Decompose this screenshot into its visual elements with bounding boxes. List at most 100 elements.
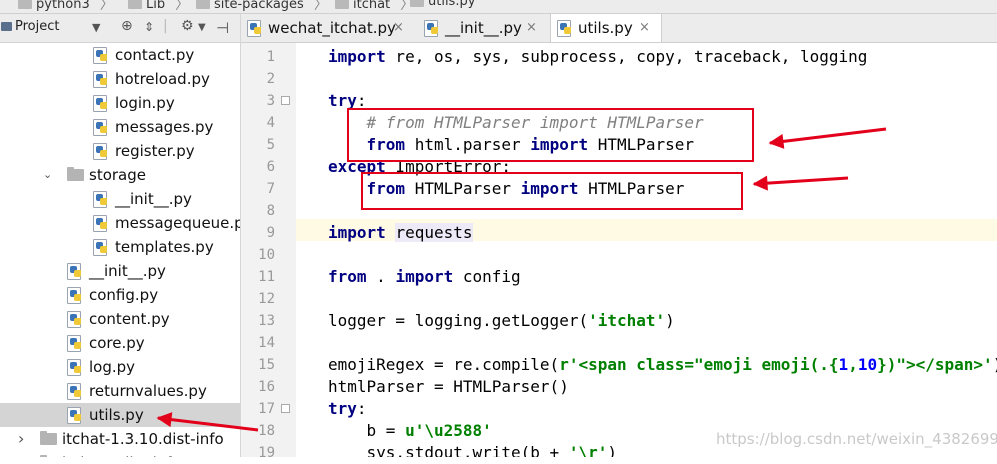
breadcrumb-item[interactable]: itchat 〉 bbox=[335, 0, 414, 13]
tree-item-label: templates.py bbox=[115, 238, 214, 256]
tree-folder[interactable]: › itchat-..dist-info bbox=[0, 451, 240, 457]
tree-folder[interactable]: ⌄ storage bbox=[0, 163, 240, 187]
tree-file[interactable]: __init__.py bbox=[0, 187, 240, 211]
chevron-down-icon[interactable]: ⌄ bbox=[43, 163, 52, 187]
tree-item-label: hotreload.py bbox=[115, 70, 210, 88]
python-file-icon bbox=[93, 143, 109, 160]
line-number: 5 bbox=[266, 137, 275, 153]
python-file-icon bbox=[67, 383, 83, 400]
code-line[interactable]: import re, os, sys, subprocess, copy, tr… bbox=[328, 46, 867, 68]
line-number: 8 bbox=[266, 203, 275, 219]
tree-file[interactable]: utils.py bbox=[0, 403, 240, 427]
tree-file[interactable]: __init__.py bbox=[0, 259, 240, 283]
python-file-icon bbox=[93, 119, 109, 136]
python-file-icon bbox=[67, 335, 83, 352]
tree-item-label: itchat-1.3.10.dist-info bbox=[62, 430, 224, 448]
code-line[interactable]: try: bbox=[328, 398, 367, 420]
editor-tab[interactable]: utils.py × bbox=[550, 14, 662, 42]
editor-tab-label: wechat_itchat.py bbox=[268, 19, 396, 37]
python-file-icon bbox=[93, 191, 109, 208]
folder-icon bbox=[196, 0, 210, 9]
tree-file[interactable]: login.py bbox=[0, 91, 240, 115]
line-number-gutter: 1 2 3 4 5 6 7 8 9 10 11 12 13 14 15 16 17 18 19 bbox=[241, 43, 296, 461]
python-file-icon bbox=[67, 311, 83, 328]
python-file-icon bbox=[67, 263, 83, 280]
line-number: 11 bbox=[258, 269, 275, 285]
tree-file[interactable]: core.py bbox=[0, 331, 240, 355]
code-line[interactable]: htmlParser = HTMLParser() bbox=[328, 376, 569, 398]
close-icon[interactable]: × bbox=[393, 14, 404, 42]
breadcrumb-item[interactable]: python3 〉 bbox=[18, 0, 114, 13]
breadcrumb: python3 〉 Lib 〉 site-packages 〉 itchat 〉 uti… bbox=[0, 0, 997, 14]
fold-marker-icon[interactable] bbox=[281, 404, 290, 413]
tree-file[interactable]: templates.py bbox=[0, 235, 240, 259]
tree-folder[interactable]: › itchat-1.3.10.dist-info bbox=[0, 427, 240, 451]
python-file-icon bbox=[93, 215, 109, 232]
project-icon bbox=[1, 22, 12, 31]
code-line[interactable]: from . import config bbox=[328, 266, 521, 288]
python-file-icon bbox=[410, 0, 424, 7]
collapse-icon[interactable]: ⇕ bbox=[144, 20, 154, 34]
python-file-icon bbox=[67, 407, 83, 424]
python-file-icon bbox=[67, 287, 83, 304]
tree-file[interactable]: returnvalues.py bbox=[0, 379, 240, 403]
editor-tab[interactable]: wechat_itchat.py × bbox=[241, 14, 417, 42]
tree-file[interactable]: content.py bbox=[0, 307, 240, 331]
tree-item-label: utils.py bbox=[89, 406, 144, 424]
editor-tab-label: __init__.py bbox=[445, 19, 522, 37]
chevron-down-icon[interactable]: ▼ bbox=[198, 22, 206, 33]
project-panel-header: Project ▼ ⊕ ⇕ | ⚙ ▼ ⊣ bbox=[0, 14, 240, 43]
code-editor[interactable]: import re, os, sys, subprocess, copy, tr… bbox=[296, 43, 997, 457]
tree-file[interactable]: messages.py bbox=[0, 115, 240, 139]
gear-icon[interactable]: ⚙ bbox=[181, 18, 194, 34]
tree-file[interactable]: hotreload.py bbox=[0, 67, 240, 91]
line-number: 10 bbox=[258, 247, 275, 263]
line-number: 4 bbox=[266, 115, 275, 131]
line-number: 17 bbox=[258, 401, 275, 417]
line-number: 19 bbox=[258, 445, 275, 461]
chevron-right-icon[interactable]: › bbox=[18, 451, 24, 457]
breadcrumb-item[interactable]: Lib 〉 bbox=[128, 0, 189, 13]
tree-file[interactable]: contact.py bbox=[0, 43, 240, 67]
tree-file[interactable]: config.py bbox=[0, 283, 240, 307]
watermark: https://blog.csdn.net/weixin_43826993 bbox=[716, 430, 997, 448]
code-line[interactable]: logger = logging.getLogger('itchat') bbox=[328, 310, 675, 332]
tree-item-label: content.py bbox=[89, 310, 170, 328]
close-icon[interactable]: × bbox=[526, 14, 537, 42]
project-view-selector[interactable]: Project bbox=[15, 19, 59, 34]
tree-item-label: itchat-..dist-info bbox=[62, 451, 181, 457]
line-number: 18 bbox=[258, 423, 275, 439]
close-icon[interactable]: × bbox=[639, 14, 650, 42]
chevron-right-icon[interactable]: › bbox=[18, 427, 24, 451]
tree-item-label: __init__.py bbox=[115, 190, 192, 208]
folder-icon bbox=[128, 0, 142, 9]
python-file-icon bbox=[247, 20, 263, 37]
tree-item-label: log.py bbox=[89, 358, 136, 376]
code-line[interactable]: import requests bbox=[328, 222, 473, 244]
chevron-down-icon[interactable]: ▼ bbox=[92, 21, 100, 34]
tree-item-label: storage bbox=[89, 166, 146, 184]
folder-icon bbox=[18, 0, 32, 9]
line-number: 7 bbox=[266, 181, 275, 197]
code-line[interactable]: b = u'\u2588' bbox=[328, 420, 492, 442]
project-panel: Project ▼ ⊕ ⇕ | ⚙ ▼ ⊣ contact.py hotreloa… bbox=[0, 14, 241, 457]
breadcrumb-item[interactable]: utils.py bbox=[410, 0, 475, 9]
tree-item-label: contact.py bbox=[115, 46, 195, 64]
editor-tab-bar: wechat_itchat.py × __init__.py × utils.py × bbox=[241, 14, 997, 43]
code-line[interactable]: emojiRegex = re.compile(r'<span class="e… bbox=[328, 354, 997, 376]
tree-file[interactable]: register.py bbox=[0, 139, 240, 163]
line-number: 16 bbox=[258, 379, 275, 395]
breadcrumb-item[interactable]: site-packages 〉 bbox=[196, 0, 328, 13]
fold-marker-icon[interactable] bbox=[281, 96, 290, 105]
target-icon[interactable]: ⊕ bbox=[121, 18, 133, 34]
hide-icon[interactable]: ⊣ bbox=[216, 19, 229, 37]
python-file-icon bbox=[93, 239, 109, 256]
line-number: 1 bbox=[266, 49, 275, 65]
tree-item-label: login.py bbox=[115, 94, 175, 112]
line-number: 13 bbox=[258, 313, 275, 329]
folder-icon bbox=[40, 431, 57, 445]
editor-tab[interactable]: __init__.py × bbox=[418, 14, 549, 42]
code-line[interactable]: sys.stdout.write(b + '\r') bbox=[328, 442, 617, 457]
tree-file[interactable]: log.py bbox=[0, 355, 240, 379]
tree-file[interactable]: messagequeue.py bbox=[0, 211, 240, 235]
